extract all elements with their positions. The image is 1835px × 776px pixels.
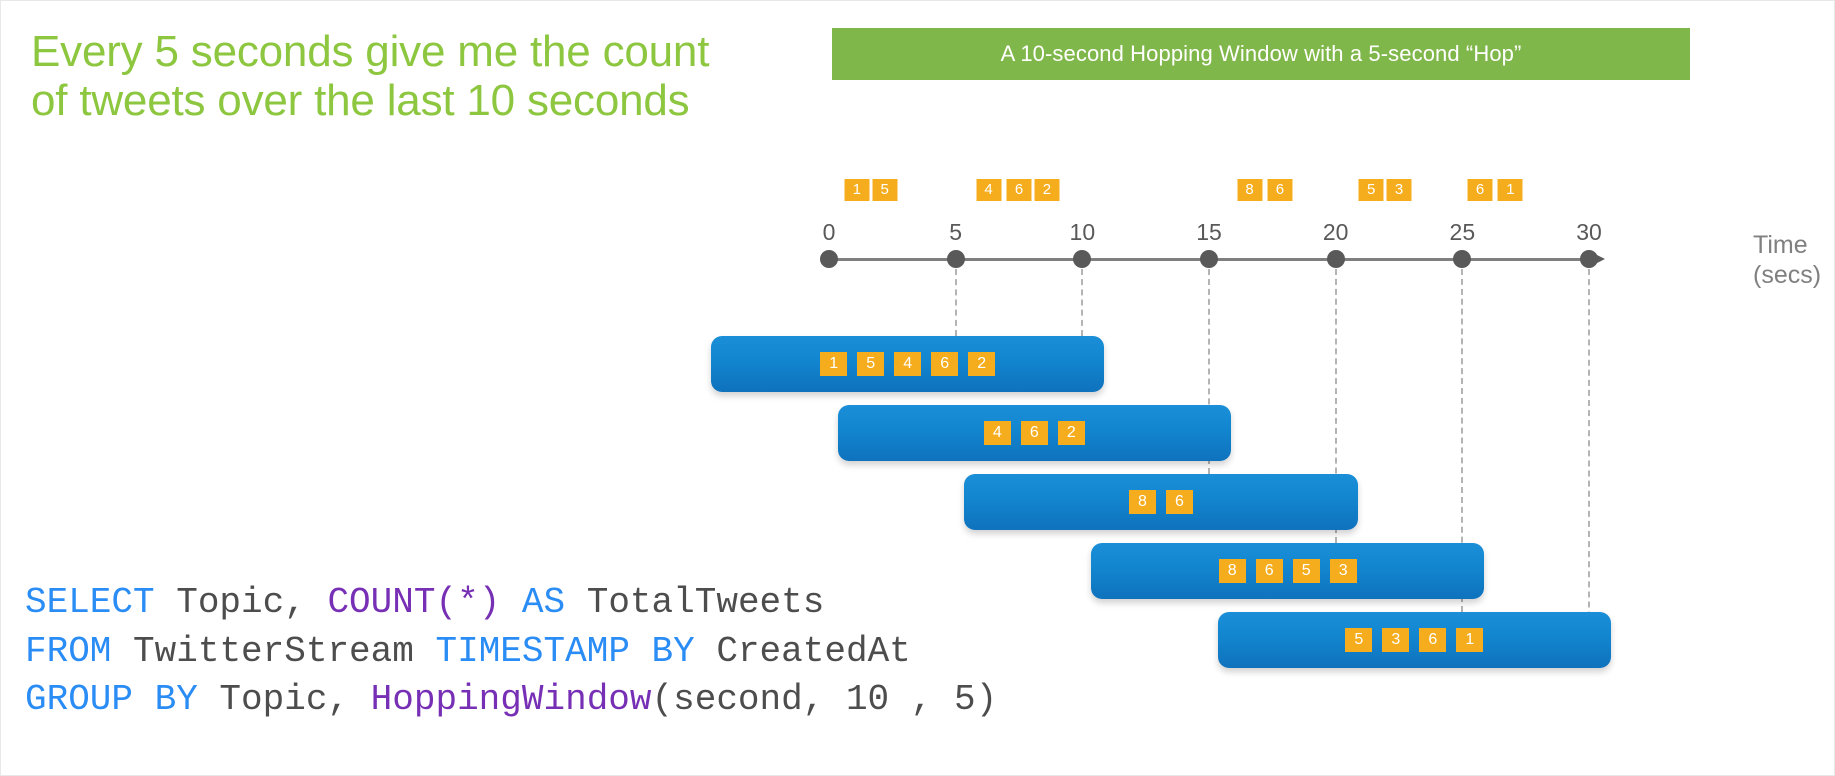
window-chip: 6 [1419,628,1447,652]
stream-chip: 8 [1237,179,1263,201]
sql-token: FROM [25,630,112,672]
tick-label-20: 20 [1322,219,1349,245]
stream-chip: 4 [976,179,1002,201]
window-chip: 8 [1128,490,1156,514]
tick-dot-30 [1580,250,1598,268]
sql-line: SELECT Topic, COUNT(*) AS TotalTweets [25,579,997,628]
sql-token: (second, 10 , 5) [651,679,998,721]
tick-label-10: 10 [1069,219,1096,245]
hopping-window: 15462 [711,336,1105,392]
tick-dot-15 [1200,250,1218,268]
sql-token: HoppingWindow [370,679,652,721]
window-chip: 2 [968,352,996,376]
tick-label-5: 5 [949,219,963,245]
window-chip: 6 [931,352,959,376]
window-chip: 3 [1329,559,1357,583]
window-chip: 5 [1345,628,1373,652]
stream-chip: 3 [1386,179,1412,201]
sql-token: AS [521,582,566,623]
time-axis-caption-line-2: (secs) [1753,260,1822,289]
tick-dot-25 [1453,250,1472,268]
time-axis-caption: Time (secs) [1753,231,1821,290]
sql-token: SELECT [25,582,155,623]
tick-dot-5 [946,250,965,268]
window-chip: 1 [820,352,848,376]
hopping-window: 86 [964,474,1358,530]
window-chip: 1 [1456,628,1484,652]
stream-chip: 6 [1006,179,1032,201]
sql-token: Topic, [154,582,328,623]
window-chip: 6 [1020,421,1048,445]
window-chip: 2 [1057,421,1085,445]
tick-label-15: 15 [1196,219,1222,245]
stream-chip: 6 [1467,179,1493,201]
sql-token: COUNT(*) [327,582,501,623]
stream-chip: 2 [1034,179,1060,201]
sql-token: TIMESTAMP BY [435,630,695,672]
stream-chip: 1 [844,179,870,201]
window-chip: 6 [1255,559,1283,583]
hopping-window: 462 [837,405,1231,461]
sql-line: FROM TwitterStream TIMESTAMP BY CreatedA… [25,628,997,677]
dropline-10 [1081,269,1084,336]
tick-dot-0 [820,250,838,268]
sql-token: TwitterStream [111,630,436,672]
sql-query-block: SELECT Topic, COUNT(*) AS TotalTweets FRO… [25,579,997,725]
tick-label-0: 0 [822,219,836,245]
time-axis-caption-line-1: Time [1753,231,1808,259]
window-chip: 3 [1382,628,1410,652]
window-chips-row: 462 [983,421,1085,445]
window-chip: 4 [894,352,922,376]
hopping-window: 8653 [1091,543,1485,599]
sql-line: GROUP BY Topic, HoppingWindow(second, 10… [25,676,997,725]
sql-token: TotalTweets [565,582,825,623]
hopping-window: 5361 [1217,612,1611,668]
window-chips-row: 5361 [1345,628,1484,652]
window-chip: 6 [1165,490,1193,514]
tick-dot-10 [1073,250,1092,268]
dropline-5 [954,269,957,336]
window-chip: 4 [983,421,1011,445]
window-chip: 5 [1292,559,1320,583]
slide-canvas: Every 5 seconds give me the count of twe… [0,0,1835,776]
sql-token: Topic, [197,679,371,721]
window-chip: 8 [1218,559,1246,583]
dropline-30 [1588,269,1590,668]
stream-chip: 1 [1497,179,1523,201]
window-chips-row: 8653 [1218,559,1357,583]
window-chips-row: 86 [1128,490,1193,514]
tick-dot-20 [1326,250,1345,268]
window-chip: 5 [857,352,885,376]
tick-label-30: 30 [1576,219,1602,245]
tick-label-25: 25 [1449,219,1476,245]
stream-chip: 6 [1267,179,1293,201]
sql-token: CreatedAt [694,630,911,672]
stream-chip: 5 [1358,179,1384,201]
stream-chip: 5 [872,179,898,201]
window-chips-row: 15462 [820,352,996,376]
sql-token: GROUP BY [25,679,198,721]
